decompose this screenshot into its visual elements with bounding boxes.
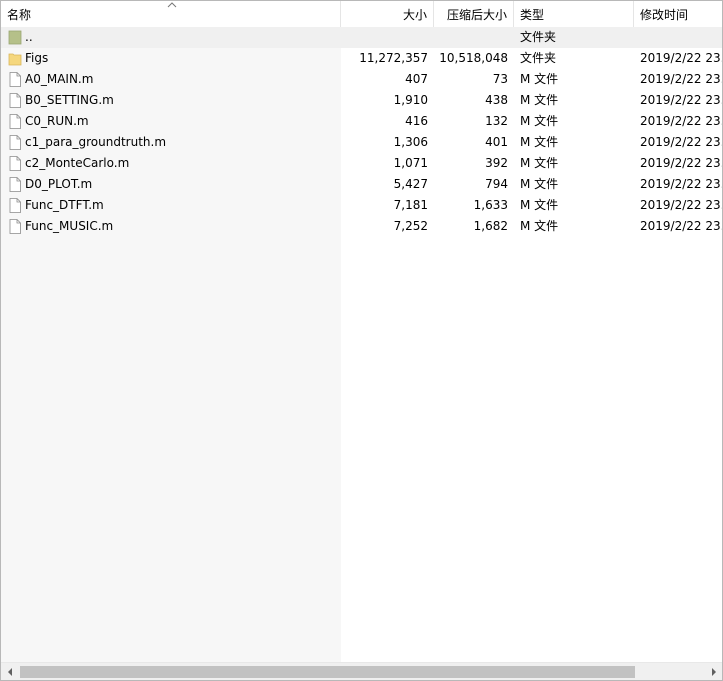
column-modified-header[interactable]: 修改时间 bbox=[634, 1, 722, 27]
file-icon bbox=[9, 93, 21, 108]
name-cell: Figs bbox=[1, 48, 341, 69]
size-cell: 7,252 bbox=[393, 219, 428, 233]
file-name: Func_DTFT.m bbox=[25, 198, 104, 212]
file-name: A0_MAIN.m bbox=[25, 72, 94, 86]
parent-folder-row[interactable]: .. 文件夹 bbox=[1, 27, 722, 48]
name-cell: c1_para_groundtruth.m bbox=[1, 132, 341, 153]
size-cell: 5,427 bbox=[393, 177, 428, 191]
file-row[interactable]: Func_MUSIC.m 7,252 1,682 M 文件 2019/2/22 23..… bbox=[1, 216, 722, 237]
scroll-left-icon bbox=[7, 668, 12, 676]
packed-size-cell: 438 bbox=[485, 93, 508, 107]
type-cell: M 文件 bbox=[520, 135, 559, 149]
packed-size-cell: 794 bbox=[485, 177, 508, 191]
modified-cell: 2019/2/22 23... bbox=[640, 219, 722, 233]
size-cell: 7,181 bbox=[393, 198, 428, 212]
type-cell: M 文件 bbox=[520, 72, 559, 86]
file-row[interactable]: B0_SETTING.m 1,910 438 M 文件 2019/2/22 23... bbox=[1, 90, 722, 111]
size-cell: 407 bbox=[405, 72, 428, 86]
column-modified-label: 修改时间 bbox=[640, 8, 689, 22]
size-cell: 1,071 bbox=[393, 156, 428, 170]
column-name-label: 名称 bbox=[7, 8, 32, 22]
file-row[interactable]: c2_MonteCarlo.m 1,071 392 M 文件 2019/2/22 23.… bbox=[1, 153, 722, 174]
modified-cell: 2019/2/22 23... bbox=[640, 51, 722, 65]
scroll-right-icon bbox=[711, 668, 716, 676]
modified-cell: 2019/2/22 23... bbox=[640, 135, 722, 149]
file-row[interactable]: Func_DTFT.m 7,181 1,633 M 文件 2019/2/22 23... bbox=[1, 195, 722, 216]
modified-cell: 2019/2/22 23... bbox=[640, 114, 722, 128]
type-cell: M 文件 bbox=[520, 177, 559, 191]
packed-size-cell: 1,633 bbox=[473, 198, 508, 212]
scroll-thumb[interactable] bbox=[20, 666, 635, 678]
file-list: .. 文件夹 Figs 11,272,357 10,518,048 文件夹 2019/2… bbox=[1, 27, 722, 237]
file-row[interactable]: Figs 11,272,357 10,518,048 文件夹 2019/2/22 23.… bbox=[1, 48, 722, 69]
packed-size-cell: 1,682 bbox=[473, 219, 508, 233]
size-cell: 416 bbox=[405, 114, 428, 128]
type-cell: M 文件 bbox=[520, 156, 559, 170]
file-icon bbox=[9, 135, 21, 150]
file-name: C0_RUN.m bbox=[25, 114, 89, 128]
sort-ascending-icon bbox=[167, 2, 177, 8]
file-name: c2_MonteCarlo.m bbox=[25, 156, 130, 170]
packed-size-cell: 132 bbox=[485, 114, 508, 128]
parent-folder-icon bbox=[8, 30, 22, 45]
file-row[interactable]: C0_RUN.m 416 132 M 文件 2019/2/22 23... bbox=[1, 111, 722, 132]
type-cell: M 文件 bbox=[520, 93, 559, 107]
column-packed-label: 压缩后大小 bbox=[446, 8, 507, 22]
packed-size-cell: 10,518,048 bbox=[439, 51, 508, 65]
type-cell: M 文件 bbox=[520, 198, 559, 212]
column-packed-header[interactable]: 压缩后大小 bbox=[434, 1, 514, 27]
file-name: Figs bbox=[25, 51, 49, 65]
file-name: Func_MUSIC.m bbox=[25, 219, 114, 233]
file-icon bbox=[9, 72, 21, 87]
file-row[interactable]: A0_MAIN.m 407 73 M 文件 2019/2/22 23... bbox=[1, 69, 722, 90]
file-row[interactable]: c1_para_groundtruth.m 1,306 401 M 文件 2019/2/… bbox=[1, 132, 722, 153]
name-cell: Func_MUSIC.m bbox=[1, 216, 341, 237]
parent-name-cell: .. bbox=[1, 27, 341, 48]
file-row[interactable]: D0_PLOT.m 5,427 794 M 文件 2019/2/22 23... bbox=[1, 174, 722, 195]
file-icon bbox=[9, 156, 21, 171]
modified-cell: 2019/2/22 23... bbox=[640, 198, 722, 212]
file-name: c1_para_groundtruth.m bbox=[25, 135, 167, 149]
file-icon bbox=[9, 177, 21, 192]
column-size-label: 大小 bbox=[402, 8, 427, 22]
name-cell: Func_DTFT.m bbox=[1, 195, 341, 216]
modified-cell: 2019/2/22 23... bbox=[640, 72, 722, 86]
name-cell: B0_SETTING.m bbox=[1, 90, 341, 111]
name-cell: c2_MonteCarlo.m bbox=[1, 153, 341, 174]
type-cell: 文件夹 bbox=[520, 51, 557, 65]
column-size-header[interactable]: 大小 bbox=[341, 1, 434, 27]
file-icon bbox=[9, 219, 21, 234]
scroll-left-button[interactable] bbox=[1, 663, 18, 680]
packed-size-cell: 73 bbox=[492, 72, 508, 86]
folder-icon bbox=[8, 53, 22, 66]
column-name-header[interactable]: 名称 bbox=[1, 1, 341, 27]
horizontal-scrollbar[interactable] bbox=[1, 662, 722, 680]
column-header: 名称 大小 压缩后大小 类型 修改时间 bbox=[1, 1, 722, 28]
scroll-right-button[interactable] bbox=[705, 663, 722, 680]
column-type-label: 类型 bbox=[520, 8, 545, 22]
modified-cell: 2019/2/22 23... bbox=[640, 177, 722, 191]
file-name: B0_SETTING.m bbox=[25, 93, 114, 107]
packed-size-cell: 392 bbox=[485, 156, 508, 170]
modified-cell: 2019/2/22 23... bbox=[640, 93, 722, 107]
name-cell: C0_RUN.m bbox=[1, 111, 341, 132]
type-cell: M 文件 bbox=[520, 114, 559, 128]
name-cell: A0_MAIN.m bbox=[1, 69, 341, 90]
size-cell: 11,272,357 bbox=[359, 51, 428, 65]
file-icon bbox=[9, 114, 21, 129]
name-cell: D0_PLOT.m bbox=[1, 174, 341, 195]
file-name: D0_PLOT.m bbox=[25, 177, 93, 191]
file-icon bbox=[9, 198, 21, 213]
modified-cell: 2019/2/22 23... bbox=[640, 156, 722, 170]
type-cell: M 文件 bbox=[520, 219, 559, 233]
parent-type: 文件夹 bbox=[520, 30, 557, 44]
packed-size-cell: 401 bbox=[485, 135, 508, 149]
parent-name: .. bbox=[25, 30, 33, 44]
size-cell: 1,306 bbox=[393, 135, 428, 149]
file-list-window: 名称 大小 压缩后大小 类型 修改时间 .. 文件夹 Figs 11,272,3… bbox=[0, 0, 723, 681]
size-cell: 1,910 bbox=[393, 93, 428, 107]
column-type-header[interactable]: 类型 bbox=[514, 1, 634, 27]
